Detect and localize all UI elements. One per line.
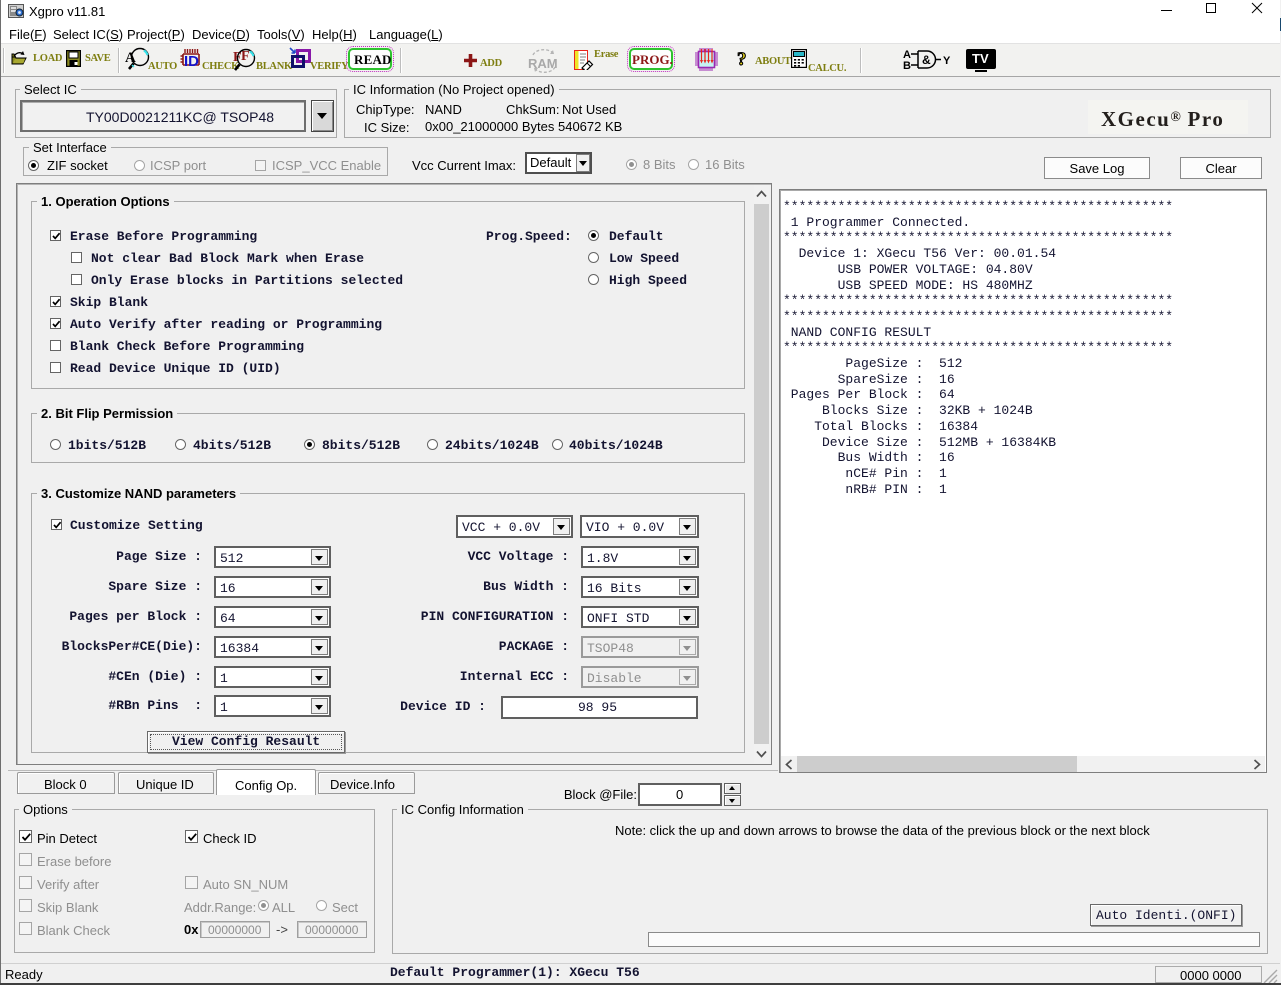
svg-text:B: B — [903, 60, 911, 71]
svg-text:Y: Y — [943, 55, 951, 67]
svg-text:ID: ID — [184, 53, 199, 68]
svg-text:F: F — [241, 49, 250, 64]
svg-text:&: & — [922, 53, 931, 67]
